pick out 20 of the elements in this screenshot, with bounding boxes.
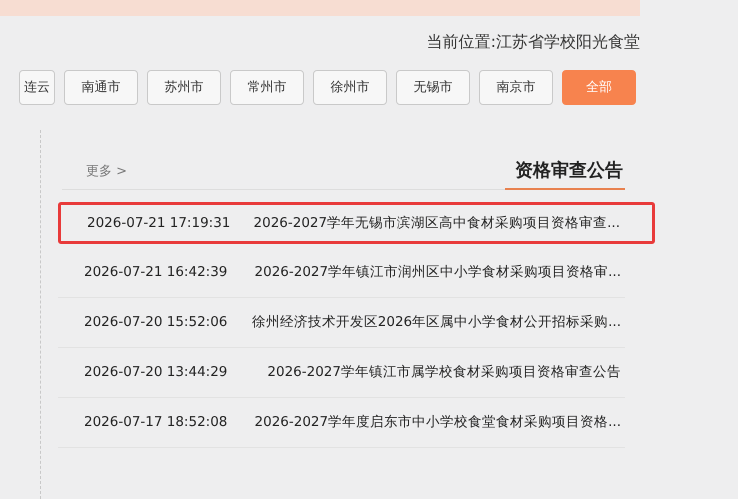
notice-link[interactable]: 2026-2027学年度启东市中小学校食堂食材采购项目资格...: [254, 412, 621, 433]
more-link[interactable]: 更多 >: [62, 162, 128, 189]
notice-time: 2026-07-21 17:19:31: [87, 214, 230, 233]
notice-time: 2026-07-17 18:52:08: [84, 413, 228, 432]
notice-time: 2026-07-20 15:52:06: [84, 313, 228, 332]
notice-time: 2026-07-20 13:44:29: [84, 363, 228, 382]
city-tab[interactable]: 常州市: [230, 70, 304, 105]
breadcrumb: 当前位置:江苏省学校阳光食堂: [426, 31, 640, 53]
notice-link[interactable]: 2026-2027学年镇江市属学校食材采购项目资格审查公告: [267, 362, 621, 383]
city-tab[interactable]: 南通市: [64, 70, 138, 105]
city-tab[interactable]: 苏州市: [147, 70, 221, 105]
notice-link[interactable]: 2026-2027学年镇江市润州区中小学食材采购项目资格审...: [254, 262, 621, 283]
city-tab[interactable]: 南京市: [479, 70, 553, 105]
notice-time: 2026-07-21 16:42:39: [84, 263, 228, 282]
city-tab[interactable]: 连云: [19, 70, 55, 105]
notice-link[interactable]: 徐州经济技术开发区2026年区属中小学食材公开招标采购...: [252, 312, 621, 333]
city-tab[interactable]: 无锡市: [396, 70, 470, 105]
city-tab[interactable]: 徐州市: [313, 70, 387, 105]
section-title: 资格审查公告: [505, 157, 625, 190]
notice-link[interactable]: 2026-2027学年无锡市滨湖区高中食材采购项目资格审查...: [254, 212, 620, 234]
